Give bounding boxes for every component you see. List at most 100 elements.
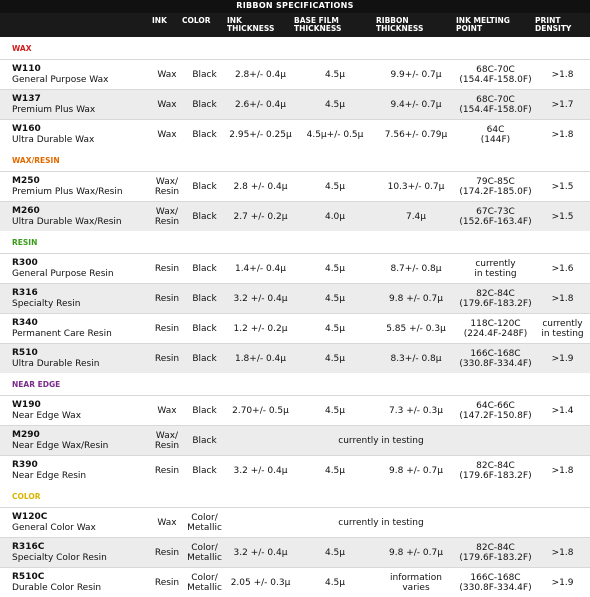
ribbon-thickness-cell: information varies	[390, 572, 442, 593]
table-row: M250 Premium Plus Wax/Resin Wax/ Resin Blac…	[0, 171, 590, 201]
color-cell: Black	[192, 435, 217, 446]
table-row: R390 Near Edge Resin Resin Black 3.2 +/- 0.4…	[0, 455, 590, 485]
color-cell: Black	[192, 99, 217, 110]
table-row: M260 Ultra Durable Wax/Resin Wax/ Resin Bla…	[0, 201, 590, 231]
ink-thickness-cell: 2.8+/- 0.4µ	[234, 69, 287, 80]
ribbon-code: W120C	[12, 511, 48, 522]
ink-thickness-cell: 3.2 +/- 0.4µ	[233, 293, 288, 304]
table-row: R340 Permanent Care Resin Resin Black 1.2 +/…	[0, 313, 590, 343]
ribbon-code: W137	[12, 93, 41, 104]
ink-cell: Resin	[154, 323, 180, 334]
ribbon-code: W190	[12, 399, 41, 410]
ink-cell: Wax/ Resin	[154, 430, 180, 451]
header-ink: INK	[152, 16, 167, 25]
ink-thickness-cell: 1.8+/- 0.4µ	[234, 353, 287, 364]
color-cell: Black	[192, 323, 217, 334]
ink-cell: Resin	[154, 293, 180, 304]
header-ink-thickness: INK THICKNESS	[227, 16, 275, 33]
ink-cell: Wax/ Resin	[154, 176, 180, 197]
ribbon-name-cell: M260 Ultra Durable Wax/Resin	[0, 206, 152, 228]
ribbon-thickness-cell: 5.85 +/- 0.3µ	[386, 323, 446, 334]
table-row: R510 Ultra Durable Resin Resin Black 1.8+/- …	[0, 343, 590, 373]
ribbon-thickness-cell: 8.7+/- 0.8µ	[390, 263, 442, 274]
base-film-cell: 4.5µ	[324, 99, 346, 110]
ribbon-name-cell: R316C Specialty Color Resin	[0, 542, 152, 564]
print-density-cell: >1.8	[551, 465, 574, 476]
ribbon-name-cell: R390 Near Edge Resin	[0, 460, 152, 482]
table-row: W137 Premium Plus Wax Wax Black 2.6+/- 0.4µ 4…	[0, 89, 590, 119]
ribbon-code: R300	[12, 257, 38, 268]
ink-thickness-cell: 2.05 +/- 0.3µ	[230, 577, 291, 588]
print-density-cell: >1.8	[551, 69, 574, 80]
ink-cell: Wax	[157, 129, 177, 140]
ink-cell: Wax	[157, 517, 177, 528]
color-cell: Color/ Metallic	[187, 542, 222, 563]
ribbon-name-cell: W190 Near Edge Wax	[0, 400, 152, 422]
base-film-cell: 4.5µ	[324, 181, 346, 192]
print-density-cell: >1.8	[551, 547, 574, 558]
color-cell: Black	[192, 211, 217, 222]
ribbon-code: M290	[12, 429, 40, 440]
ink-cell: Resin	[154, 263, 180, 274]
ink-thickness-cell: 1.2 +/- 0.2µ	[233, 323, 288, 334]
melting-point-cell: 79C-85C (174.2F-185.0F)	[459, 176, 532, 197]
ribbon-name-cell: M290 Near Edge Wax/Resin	[0, 430, 152, 452]
ribbon-thickness-cell: 7.56+/- 0.79µ	[384, 129, 448, 140]
color-cell: Black	[192, 129, 217, 140]
title-banner: RIBBON SPECIFICATIONS	[0, 0, 590, 13]
section-heading: WAX/RESIN	[12, 155, 60, 165]
ink-cell: Wax	[157, 405, 177, 416]
ribbon-description: Near Edge Wax	[12, 410, 82, 421]
base-film-cell: 4.5µ	[324, 547, 346, 558]
melting-point-cell: 68C-70C (154.4F-158.0F)	[459, 94, 532, 115]
melting-point-cell: 82C-84C (179.6F-183.2F)	[459, 288, 532, 309]
ribbon-description: Ultra Durable Wax/Resin	[12, 216, 122, 227]
ribbon-name-cell: M250 Premium Plus Wax/Resin	[0, 176, 152, 198]
ribbon-thickness-cell: 10.3+/- 0.7µ	[387, 181, 445, 192]
color-cell: Black	[192, 353, 217, 364]
ribbon-description: General Purpose Wax	[12, 74, 109, 85]
print-density-cell: >1.9	[551, 353, 574, 364]
color-cell: Color/ Metallic	[187, 572, 222, 593]
melting-point-cell: 82C-84C (179.6F-183.2F)	[459, 460, 532, 481]
ribbon-description: Premium Plus Wax	[12, 104, 96, 115]
print-density-cell: >1.9	[551, 577, 574, 588]
section-heading: COLOR	[12, 491, 41, 501]
melting-point-cell: 166C-168C (330.8F-334.4F)	[459, 348, 532, 369]
ribbon-description: Permanent Care Resin	[12, 328, 112, 339]
melting-point-cell: currently in testing	[474, 258, 517, 279]
table-row: R316 Specialty Resin Resin Black 3.2 +/- 0.4…	[0, 283, 590, 313]
ribbon-code: R390	[12, 459, 38, 470]
melting-point-cell: 64C-66C (147.2F-150.8F)	[459, 400, 532, 421]
ink-thickness-cell: 2.95+/- 0.25µ	[229, 129, 292, 140]
table-row: R316C Specialty Color Resin Resin Color/ Me…	[0, 537, 590, 567]
ribbon-code: R510C	[12, 571, 45, 582]
table-row: W110 General Purpose Wax Wax Black 2.8+/- 0.…	[0, 59, 590, 89]
base-film-cell: 4.5µ	[324, 263, 346, 274]
melting-point-cell: 64C (144F)	[480, 124, 511, 145]
ribbon-description: Near Edge Resin	[12, 470, 87, 481]
table-row: R510C Durable Color Resin Resin Color/ Meta…	[0, 567, 590, 597]
melting-point-cell: 166C-168C (330.8F-334.4F)	[459, 572, 532, 593]
ribbon-description: Ultra Durable Resin	[12, 358, 100, 369]
ribbon-code: R510	[12, 347, 38, 358]
color-cell: Color/ Metallic	[187, 512, 222, 533]
ribbon-description: General Purpose Resin	[12, 268, 114, 279]
print-density-cell: >1.5	[551, 211, 574, 222]
ribbon-name-cell: R510 Ultra Durable Resin	[0, 348, 152, 370]
ink-cell: Wax	[157, 69, 177, 80]
table-row: M290 Near Edge Wax/Resin Wax/ Resin Black cu…	[0, 425, 590, 455]
spanning-note: currently in testing	[338, 435, 424, 446]
ribbon-name-cell: R510C Durable Color Resin	[0, 572, 152, 594]
ribbon-thickness-cell: 9.4+/- 0.7µ	[390, 99, 442, 110]
ink-cell: Resin	[154, 353, 180, 364]
melting-point-cell: 68C-70C (154.4F-158.0F)	[459, 64, 532, 85]
base-film-cell: 4.5µ	[324, 577, 346, 588]
ink-cell: Wax/ Resin	[154, 206, 180, 227]
ribbon-description: Near Edge Wax/Resin	[12, 440, 109, 451]
ink-thickness-cell: 2.8 +/- 0.4µ	[233, 181, 288, 192]
header-color: COLOR	[182, 16, 211, 25]
ink-cell: Resin	[154, 465, 180, 476]
ribbon-code: R316C	[12, 541, 45, 552]
ribbon-thickness-cell: 8.3+/- 0.8µ	[390, 353, 442, 364]
